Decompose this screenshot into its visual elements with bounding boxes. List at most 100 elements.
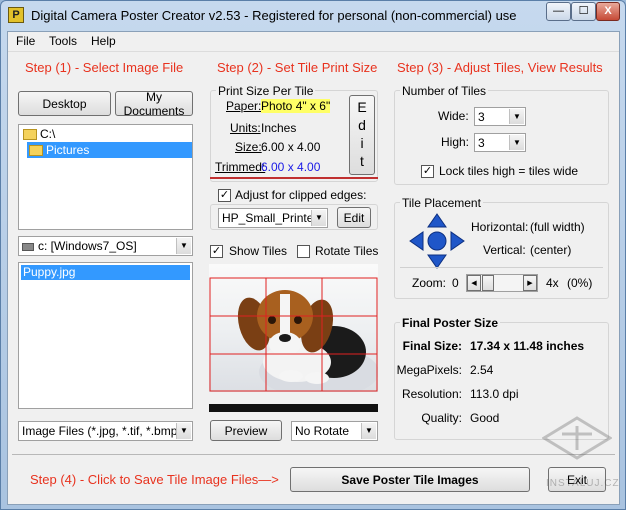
watermark-icon bbox=[541, 416, 613, 460]
divider bbox=[12, 454, 615, 455]
tile-grid bbox=[209, 277, 378, 392]
save-tiles-button[interactable]: Save Poster Tile Images bbox=[290, 467, 530, 492]
app-window: P Digital Camera Poster Creator v2.53 - … bbox=[0, 0, 626, 510]
maximize-button[interactable]: ☐ bbox=[571, 2, 596, 21]
printer-select[interactable]: HP_Small_Printer ▼ bbox=[218, 208, 328, 228]
drive-icon bbox=[22, 242, 34, 251]
file-item[interactable]: Puppy.jpg bbox=[21, 265, 190, 280]
slider-thumb[interactable] bbox=[482, 275, 494, 291]
folder-label: C:\ bbox=[40, 127, 56, 141]
poster-preview-image[interactable] bbox=[209, 264, 378, 392]
horizontal-label: Horizontal: bbox=[471, 220, 529, 234]
arrow-right-icon[interactable]: ▶ bbox=[523, 275, 537, 291]
wide-label: Wide: bbox=[438, 109, 469, 123]
megapixels-label: MegaPixels: bbox=[396, 363, 462, 377]
folder-item-pictures[interactable]: Pictures bbox=[27, 142, 192, 158]
my-documents-button[interactable]: My Documents bbox=[115, 90, 193, 118]
trimmed-link[interactable]: Trimmed: bbox=[215, 160, 265, 174]
menu-file[interactable]: File bbox=[16, 34, 35, 48]
zoom-min: 0 bbox=[452, 276, 459, 290]
chevron-down-icon: ▼ bbox=[311, 210, 326, 226]
drive-select[interactable]: c: [Windows7_OS] ▼ bbox=[18, 236, 193, 256]
watermark-text: INSTALUJ.CZ bbox=[546, 478, 620, 489]
drive-value: c: [Windows7_OS] bbox=[38, 239, 137, 253]
tiles-wide-select[interactable]: 3 ▼ bbox=[474, 107, 526, 126]
chevron-down-icon: ▼ bbox=[509, 109, 524, 124]
lock-tiles-checkbox[interactable]: ✓ bbox=[421, 165, 434, 178]
chevron-down-icon: ▼ bbox=[361, 423, 376, 439]
quality-label: Quality: bbox=[421, 411, 462, 425]
divider bbox=[400, 267, 603, 268]
step2-heading: Step (2) - Set Tile Print Size bbox=[217, 60, 378, 75]
arrow-up-icon bbox=[427, 213, 447, 228]
folder-item-root[interactable]: C:\ bbox=[23, 127, 55, 141]
folder-list[interactable]: C:\ Pictures bbox=[18, 124, 193, 230]
vertical-label: Vertical: bbox=[483, 243, 526, 257]
step1-heading: Step (1) - Select Image File bbox=[25, 60, 184, 75]
title-bar[interactable]: P Digital Camera Poster Creator v2.53 - … bbox=[1, 1, 625, 31]
printer-value: HP_Small_Printer bbox=[222, 211, 318, 225]
edit-size-button[interactable]: Edit bbox=[349, 95, 375, 175]
high-label: High: bbox=[441, 135, 470, 149]
tiles-high-select[interactable]: 3 ▼ bbox=[474, 133, 526, 152]
final-size-label: Final Size: bbox=[402, 339, 462, 353]
direction-pad[interactable] bbox=[408, 212, 466, 270]
preview-button[interactable]: Preview bbox=[210, 420, 282, 441]
center-icon bbox=[427, 231, 447, 251]
zoom-slider[interactable]: ◀ ▶ bbox=[466, 274, 538, 292]
filter-value: Image Files (*.jpg, *.tif, *.bmp) bbox=[22, 424, 182, 438]
quality-value: Good bbox=[470, 411, 500, 425]
arrow-left-icon[interactable]: ◀ bbox=[467, 275, 481, 291]
zoom-percent: (0%) bbox=[567, 276, 593, 290]
menu-tools[interactable]: Tools bbox=[49, 34, 77, 48]
arrow-left-icon bbox=[409, 231, 424, 251]
divider bbox=[210, 177, 378, 179]
adjust-edges-label: Adjust for clipped edges: bbox=[235, 188, 367, 202]
arrow-right-icon bbox=[450, 231, 465, 251]
megapixels-value: 2.54 bbox=[470, 363, 494, 377]
chevron-down-icon: ▼ bbox=[509, 135, 524, 150]
final-size-value: 17.34 x 11.48 inches bbox=[470, 339, 585, 353]
step4-heading: Step (4) - Click to Save Tile Image File… bbox=[30, 472, 279, 487]
menu-bar: File Tools Help bbox=[8, 32, 619, 52]
file-list[interactable]: Puppy.jpg bbox=[18, 262, 193, 409]
file-type-filter[interactable]: Image Files (*.jpg, *.tif, *.bmp) ▼ bbox=[18, 421, 193, 441]
rotate-value: No Rotate bbox=[295, 424, 350, 438]
open-folder-icon bbox=[29, 144, 43, 156]
tiles-wide-value: 3 bbox=[478, 110, 485, 124]
menu-help[interactable]: Help bbox=[91, 34, 116, 48]
rotate-tiles-label: Rotate Tiles bbox=[315, 244, 379, 258]
rotate-select[interactable]: No Rotate ▼ bbox=[291, 421, 378, 441]
adjust-edges-checkbox[interactable]: ✓ bbox=[218, 189, 231, 202]
rotate-tiles-checkbox[interactable] bbox=[297, 245, 310, 258]
app-icon: P bbox=[8, 7, 24, 23]
chevron-down-icon: ▼ bbox=[176, 238, 191, 254]
chevron-down-icon: ▼ bbox=[176, 423, 191, 439]
horizontal-value: (full width) bbox=[530, 220, 585, 234]
step3-heading: Step (3) - Adjust Tiles, View Results bbox=[397, 60, 603, 75]
lock-tiles-label: Lock tiles high = tiles wide bbox=[439, 164, 579, 178]
tiles-high-value: 3 bbox=[478, 136, 485, 150]
close-button[interactable]: X bbox=[596, 2, 620, 21]
show-tiles-checkbox[interactable]: ✓ bbox=[210, 245, 223, 258]
printer-edit-button[interactable]: Edit bbox=[337, 207, 371, 228]
zoom-label: Zoom: bbox=[412, 276, 447, 290]
paper-value: Photo 4" x 6" bbox=[261, 99, 331, 113]
units-link[interactable]: Units: bbox=[230, 121, 261, 135]
show-tiles-label: Show Tiles bbox=[229, 244, 288, 258]
final-size-group-label: Final Poster Size bbox=[400, 316, 501, 330]
trimmed-value: 6.00 x 4.00 bbox=[261, 160, 321, 174]
size-value: 6.00 x 4.00 bbox=[261, 140, 321, 154]
client-area: File Tools Help Step (1) - Select Image … bbox=[7, 31, 620, 505]
folder-label: Pictures bbox=[46, 143, 90, 157]
progress-bar bbox=[209, 404, 378, 412]
resolution-label: Resolution: bbox=[401, 387, 462, 401]
desktop-button[interactable]: Desktop bbox=[18, 91, 111, 116]
minimize-button[interactable]: — bbox=[546, 2, 571, 21]
units-value: Inches bbox=[261, 121, 297, 135]
tiles-group-label: Number of Tiles bbox=[400, 84, 489, 98]
size-link[interactable]: Size: bbox=[235, 140, 262, 154]
paper-link[interactable]: Paper: bbox=[226, 99, 261, 113]
zoom-max: 4x bbox=[546, 276, 559, 290]
resolution-value: 113.0 dpi bbox=[470, 387, 519, 401]
